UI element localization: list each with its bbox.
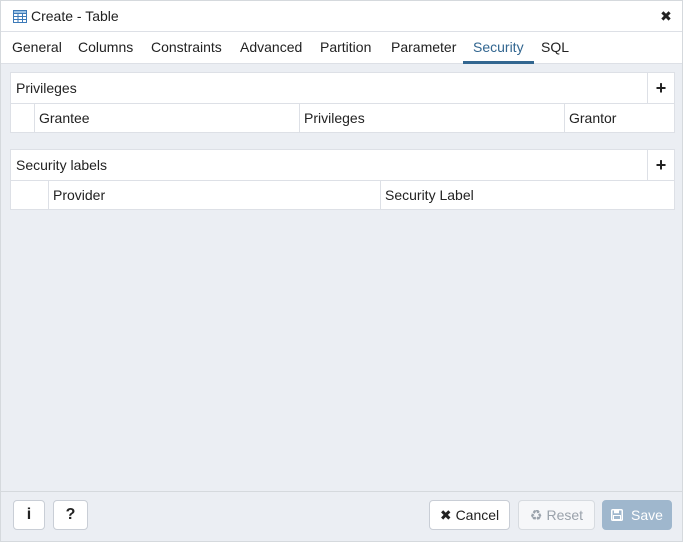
plus-icon: + [655,78,667,98]
security-labels-panel: Security labels + Provider Security Labe… [10,149,675,210]
privileges-header: Privileges + [11,73,674,104]
create-table-dialog: Create - Table ✖ General Columns Constra… [0,0,683,542]
tab-security[interactable]: Security [463,32,534,64]
tab-general[interactable]: General [2,32,72,64]
dialog-footer: i ? ✖ Cancel ♻ Reset Save [1,491,682,539]
tab-partition[interactable]: Partition [310,32,381,64]
info-icon: i [26,506,32,523]
plus-icon: + [655,155,667,175]
privileges-panel: Privileges + Grantee Privileges Grantor [10,72,675,133]
recycle-icon: ♻ [529,507,543,523]
help-icon: ? [65,506,76,523]
dialog-title: Create - Table [31,8,119,24]
table-icon [13,10,27,23]
close-icon: ✖ [439,507,452,523]
privileges-grid-header: Grantee Privileges Grantor [11,104,674,132]
tab-advanced[interactable]: Advanced [230,32,312,64]
add-security-label-button[interactable]: + [647,150,674,181]
dialog-titlebar: Create - Table ✖ [1,1,682,32]
tab-columns[interactable]: Columns [68,32,143,64]
floppy-disk-icon [611,507,627,523]
grid-spacer-cell [11,104,35,132]
tab-parameter[interactable]: Parameter [381,32,466,64]
column-header-grantee[interactable]: Grantee [35,104,300,132]
privileges-title: Privileges [16,80,77,96]
cancel-button[interactable]: ✖ Cancel [429,500,510,530]
cancel-label: Cancel [455,507,500,523]
column-header-security-label[interactable]: Security Label [381,181,674,209]
column-header-grantor[interactable]: Grantor [565,104,674,132]
help-button[interactable]: ? [53,500,88,530]
grid-spacer-cell [11,181,49,209]
tab-sql[interactable]: SQL [531,32,579,64]
tab-bar: General Columns Constraints Advanced Par… [1,32,682,64]
column-header-privileges[interactable]: Privileges [300,104,565,132]
tab-constraints[interactable]: Constraints [141,32,232,64]
info-button[interactable]: i [13,500,45,530]
security-labels-grid-header: Provider Security Label [11,181,674,209]
security-labels-header: Security labels + [11,150,674,181]
security-labels-title: Security labels [16,157,108,173]
save-button[interactable]: Save [602,500,672,530]
reset-button[interactable]: ♻ Reset [518,500,595,530]
column-header-provider[interactable]: Provider [49,181,381,209]
save-label: Save [630,507,663,523]
close-icon[interactable]: ✖ [658,8,674,24]
add-privilege-button[interactable]: + [647,73,674,104]
reset-label: Reset [546,507,584,523]
